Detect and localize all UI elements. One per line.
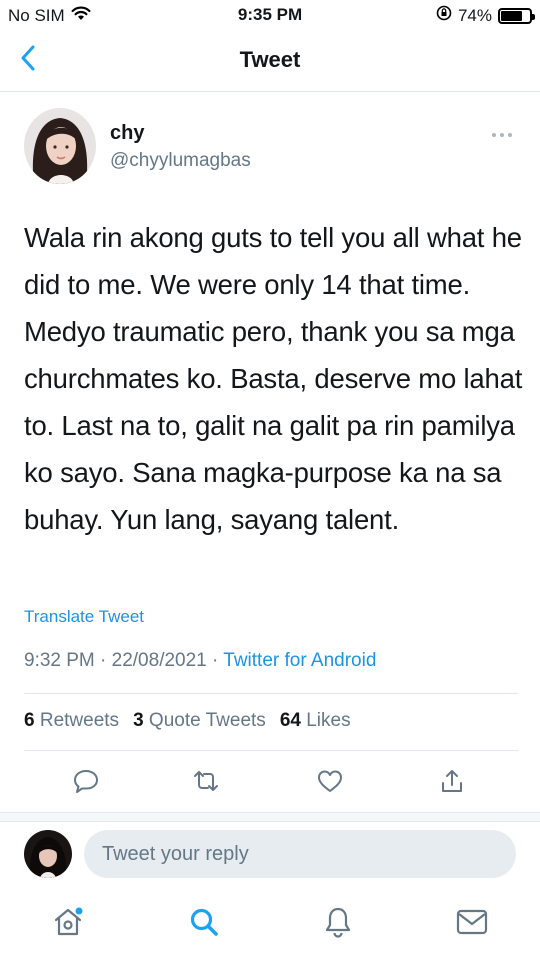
user-avatar[interactable] <box>24 830 72 878</box>
like-icon <box>316 767 344 800</box>
search-icon <box>187 905 221 944</box>
share-button[interactable] <box>434 765 470 801</box>
home-icon <box>51 905 85 944</box>
battery-icon <box>498 7 535 24</box>
tweet-stats: 6 Retweets 3 Quote Tweets 64 Likes <box>24 710 351 732</box>
tweet-text: Wala rin akong guts to tell you all what… <box>24 222 523 535</box>
status-right: 74% <box>436 5 535 26</box>
quotes-label: Quote Tweets <box>148 710 266 731</box>
author-name[interactable]: chy <box>110 122 144 145</box>
retweet-icon <box>191 767 221 800</box>
reply-composer: Tweet your reply <box>0 828 540 880</box>
like-button[interactable] <box>312 765 348 801</box>
retweets-label: Retweets <box>39 710 120 731</box>
quotes-count: 3 <box>133 710 144 731</box>
divider <box>24 750 518 751</box>
retweets-stat[interactable]: 6 Retweets <box>24 710 119 732</box>
messages-icon <box>455 907 489 942</box>
tab-home[interactable] <box>46 902 90 946</box>
tweet-timestamp: 9:32 PM · 22/08/2021 · <box>24 650 224 671</box>
tweet-meta: 9:32 PM · 22/08/2021 · Twitter for Andro… <box>24 650 376 672</box>
quote-tweets-stat[interactable]: 3 Quote Tweets <box>133 710 266 732</box>
retweet-button[interactable] <box>188 765 224 801</box>
tweet-source-link[interactable]: Twitter for Android <box>223 650 376 671</box>
likes-label: Likes <box>306 710 351 731</box>
tab-notifications[interactable] <box>316 902 360 946</box>
status-bar: No SIM 9:35 PM 74% <box>0 0 540 30</box>
section-separator <box>0 812 540 822</box>
tweet-author: chy @chyylumagbas <box>24 108 524 188</box>
likes-stat[interactable]: 64 Likes <box>280 710 351 732</box>
reply-icon <box>72 767 100 800</box>
likes-count: 64 <box>279 710 301 731</box>
page-title: Tweet <box>239 47 301 72</box>
reply-button[interactable] <box>68 765 104 801</box>
more-options-button[interactable] <box>488 124 516 144</box>
retweets-count: 6 <box>24 710 35 731</box>
nav-bar: Tweet <box>0 30 540 92</box>
tweet-actions <box>0 765 540 801</box>
translate-tweet-link[interactable]: Translate Tweet <box>24 607 144 627</box>
notifications-icon <box>322 905 354 944</box>
author-handle[interactable]: @chyylumagbas <box>110 150 251 172</box>
reply-input[interactable]: Tweet your reply <box>84 830 516 878</box>
battery-percent: 74% <box>457 5 492 25</box>
divider <box>24 693 518 694</box>
orientation-lock-icon <box>436 5 452 26</box>
tab-search[interactable] <box>182 902 226 946</box>
author-avatar[interactable] <box>24 108 96 184</box>
share-icon <box>438 767 466 800</box>
more-dots-icon <box>491 125 513 143</box>
bottom-tab-bar <box>0 892 540 960</box>
battery-fill <box>501 10 522 21</box>
tab-messages[interactable] <box>450 902 494 946</box>
